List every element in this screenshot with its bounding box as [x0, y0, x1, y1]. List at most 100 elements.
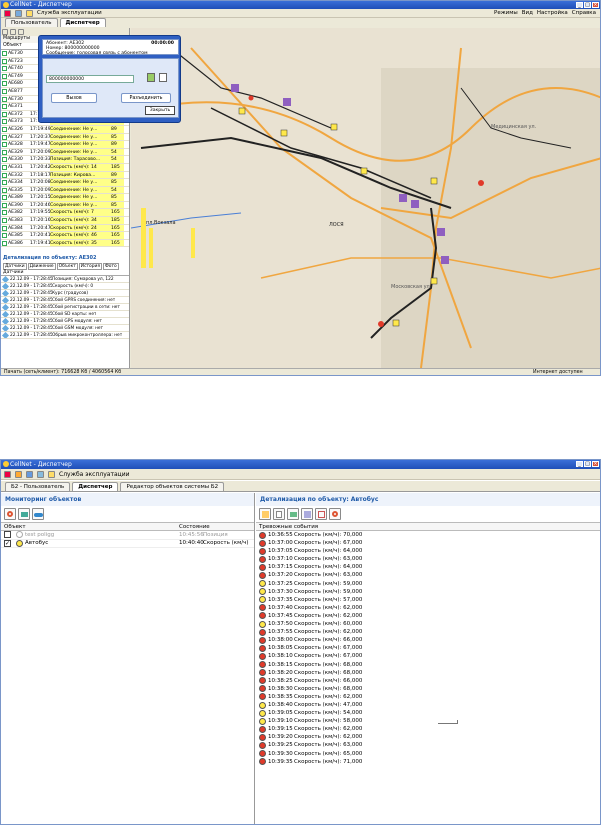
tool-icon[interactable] [18, 29, 24, 35]
alarm-event-row[interactable]: 10:37:55 Скорость (км/ч): 62,000 [256, 628, 600, 636]
object-row[interactable]: АЕ386 17:19:41 Скорость (км/ч): 35 165 [1, 239, 129, 248]
menu-view[interactable]: Вид [522, 10, 533, 16]
object-row[interactable]: АЕ329 17:20:09 Соединение: Не у... 54 [1, 148, 129, 157]
alarm-event-row[interactable]: 10:39:10 Скорость (км/ч): 58,000 [256, 717, 600, 725]
sensor-row[interactable]: 22.12.09 - 17:28:45 Сбой GPRS соединения:… [1, 297, 129, 305]
object-checkbox[interactable] [2, 218, 7, 224]
tool-icon[interactable] [2, 29, 8, 35]
object-checkbox[interactable] [2, 104, 7, 110]
tab-user[interactable]: Пользователь [5, 18, 58, 27]
sensor-row[interactable]: 22.12.09 - 17:28:45 Сбой регистрации в се… [1, 304, 129, 312]
object-row[interactable]: АЕ330 17:20:33 Позиция: Тарасово... 54 [1, 156, 129, 164]
sensor-row[interactable]: 22.12.09 - 17:28:45 Позиция: Сумарова ул,… [1, 276, 129, 284]
close-button[interactable]: × [592, 461, 599, 467]
wrench-icon[interactable] [26, 9, 33, 17]
object-checkbox[interactable] [2, 111, 7, 117]
object-checkbox[interactable] [2, 240, 7, 246]
object-row[interactable]: АЕ382 17:19:55 Скорость (км/ч): 7 165 [1, 209, 129, 218]
alarm-event-row[interactable]: 10:39:30 Скорость (км/ч): 65,000 [256, 750, 600, 758]
maximize-button[interactable]: □ [584, 461, 591, 467]
object-row[interactable]: АЕ328 17:19:47 Соединение: Не у... 89 [1, 141, 129, 149]
object-checkbox[interactable] [2, 142, 7, 148]
object-checkbox[interactable] [2, 157, 7, 163]
object-row[interactable]: АЕ385 17:20:41 Скорость (км/ч): 46 165 [1, 232, 129, 240]
menu-help[interactable]: Справка [572, 10, 596, 16]
dial-icon[interactable] [159, 73, 167, 82]
object-row[interactable]: АЕ332 17:18:17 Позиция: Кирова... 89 [1, 171, 129, 180]
alarm-event-row[interactable]: 10:36:55 Скорость (км/ч): 70,000 [256, 531, 600, 539]
object-checkbox[interactable] [2, 180, 7, 186]
alarm-event-row[interactable]: 10:37:15 Скорость (км/ч): 64,000 [256, 563, 600, 571]
routes-label[interactable]: Маршруты [3, 36, 30, 43]
minimize-button[interactable]: _ [576, 2, 583, 8]
alarm-event-row[interactable]: 10:37:00 Скорость (км/ч): 67,000 [256, 539, 600, 547]
object-row[interactable]: АЕ331 17:20:42 Скорость (км/ч): 14 185 [1, 163, 129, 172]
alarm-event-row[interactable]: 10:38:40 Скорость (км/ч): 47,000 [256, 701, 600, 709]
object-checkbox[interactable] [2, 81, 7, 87]
alarm-event-row[interactable]: 10:39:25 Скорость (км/ч): 63,000 [256, 741, 600, 749]
phone-icon[interactable] [147, 73, 155, 82]
map-icon[interactable] [18, 508, 30, 520]
object-checkbox[interactable] [2, 119, 7, 125]
detail-tab-object[interactable]: Объект [56, 263, 78, 271]
object-checkbox[interactable] [2, 58, 7, 64]
phone-input[interactable]: 800000000000 [46, 75, 134, 83]
object-checkbox[interactable] [2, 73, 7, 79]
network-icon[interactable] [37, 470, 44, 478]
alarm-event-row[interactable]: 10:38:00 Скорость (км/ч): 66,000 [256, 636, 600, 644]
alarm-event-row[interactable]: 10:39:35 Скорость (км/ч): 71,000 [256, 758, 600, 766]
tab-dispatcher[interactable]: Диспетчер [72, 482, 119, 491]
user-icon[interactable] [15, 470, 22, 478]
alarm-event-row[interactable]: 10:39:05 Скорость (км/ч): 54,000 [256, 709, 600, 717]
object-checkbox[interactable] [2, 126, 7, 132]
detail-tab-history[interactable]: История [78, 263, 103, 271]
object-checkbox[interactable] [2, 233, 7, 239]
monitored-object-row[interactable]: ✓ Автобус 10:40:40 Скорость (км/ч) [1, 539, 254, 548]
sensor-row[interactable]: 22.12.09 - 17:28:45 Сбой SD карты: нет [1, 311, 129, 319]
chart-icon[interactable] [301, 508, 313, 520]
object-checkbox[interactable] [2, 66, 7, 72]
alarm-event-row[interactable]: 10:37:05 Скорость (км/ч): 64,000 [256, 547, 600, 555]
toolbar-service-label[interactable]: Служба эксплуатации [37, 10, 102, 16]
object-row[interactable]: АЕ335 17:20:09 Соединение: Не у... 54 [1, 186, 129, 195]
object-checkbox[interactable] [2, 164, 7, 170]
edit-icon[interactable] [259, 508, 271, 520]
wrench-icon[interactable] [48, 470, 55, 478]
alarm-event-row[interactable]: 10:37:30 Скорость (км/ч): 59,000 [256, 588, 600, 596]
alarm-event-row[interactable]: 10:37:50 Скорость (км/ч): 60,000 [256, 620, 600, 628]
toolbar-service-label[interactable]: Служба эксплуатации [59, 471, 130, 478]
object-checkbox[interactable]: ✓ [4, 539, 11, 547]
object-checkbox[interactable] [2, 187, 7, 193]
map-area[interactable]: пл.Вокзала ЛОСЯ Медицинская ул. Московск… [131, 28, 601, 368]
image-icon[interactable] [287, 508, 299, 520]
column-state[interactable]: Состояние [176, 523, 210, 530]
alarm-event-row[interactable]: 10:37:25 Скорость (км/ч): 59,000 [256, 580, 600, 588]
object-checkbox[interactable] [2, 172, 7, 178]
object-row[interactable]: АЕ327 17:20:37 Соединение: Не у... 85 [1, 133, 129, 142]
detail-tab-motion[interactable]: Движение [27, 263, 56, 271]
alarm-event-row[interactable]: 10:39:20 Скорость (км/ч): 62,000 [256, 733, 600, 741]
alarm-event-row[interactable]: 10:37:40 Скорость (км/ч): 62,000 [256, 604, 600, 612]
call-button[interactable]: Вызов [51, 93, 97, 103]
document-icon[interactable] [273, 508, 285, 520]
object-checkbox[interactable] [2, 96, 7, 102]
alarm-event-row[interactable]: 10:37:10 Скорость (км/ч): 63,000 [256, 555, 600, 563]
object-checkbox[interactable] [4, 531, 11, 539]
object-checkbox[interactable] [2, 134, 7, 140]
alarm-event-row[interactable]: 10:37:20 Скорость (км/ч): 63,000 [256, 571, 600, 580]
menu-modes[interactable]: Режимы [494, 10, 518, 16]
sensor-row[interactable]: 22.12.09 - 17:28:45 Курс (градусов) [1, 290, 129, 298]
object-checkbox[interactable] [2, 202, 7, 208]
alarm-event-row[interactable]: 10:39:15 Скорость (км/ч): 62,000 [256, 725, 600, 733]
tab-object-editor[interactable]: Редактор объектов системы Б2 [120, 482, 225, 491]
alarm-event-row[interactable]: 10:38:30 Скорость (км/ч): 68,000 [256, 685, 600, 693]
maximize-button[interactable]: □ [584, 2, 591, 8]
alarm-icon[interactable] [329, 508, 341, 520]
alarm-event-row[interactable]: 10:38:15 Скорость (км/ч): 68,000 [256, 661, 600, 669]
map-canvas[interactable]: пл.Вокзала ЛОСЯ Медицинская ул. Московск… [131, 28, 601, 368]
object-checkbox[interactable] [2, 149, 7, 155]
object-row[interactable]: АЕ384 17:20:47 Скорость (км/ч): 24 165 [1, 224, 129, 233]
object-checkbox[interactable] [2, 88, 7, 94]
menu-settings[interactable]: Настройка [537, 10, 568, 16]
alarm-event-row[interactable]: 10:38:25 Скорость (км/ч): 66,000 [256, 677, 600, 685]
